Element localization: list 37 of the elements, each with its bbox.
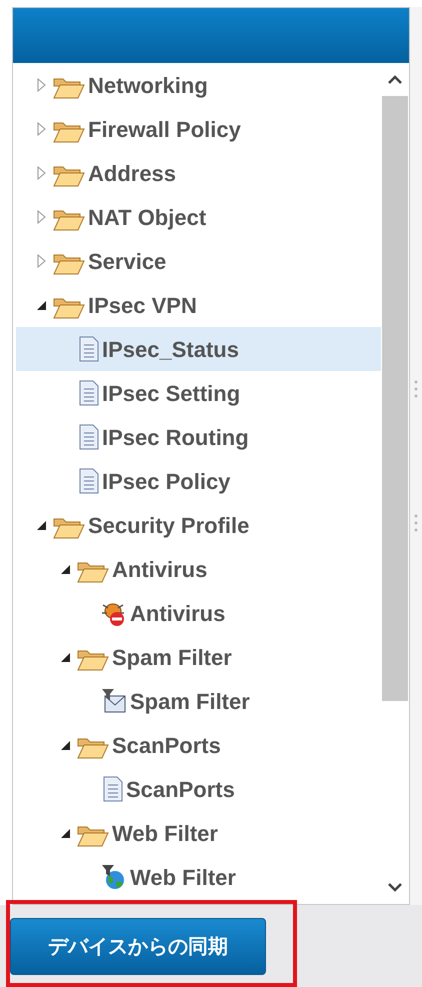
tree-item[interactable]: Address xyxy=(16,151,381,195)
collapsed-arrow-icon[interactable] xyxy=(36,166,46,180)
tree-item[interactable]: NAT Object xyxy=(16,195,381,239)
collapsed-arrow-icon[interactable] xyxy=(36,78,46,92)
expanded-arrow-icon[interactable] xyxy=(36,520,46,530)
tree-item[interactable]: ScanPorts xyxy=(16,723,381,767)
sync-button[interactable]: デバイスからの同期 xyxy=(10,918,266,975)
tree-item[interactable]: Firewall Policy xyxy=(16,107,381,151)
expanded-arrow-icon[interactable] xyxy=(36,300,46,310)
tree-item[interactable]: ScanPorts xyxy=(16,767,381,811)
tree-item[interactable]: Service xyxy=(16,239,381,283)
grip-icon[interactable] xyxy=(414,513,418,533)
tree-item[interactable]: IPsec Routing xyxy=(16,415,381,459)
tree-item[interactable]: Web Filter xyxy=(16,811,381,855)
tree-item[interactable]: Spam Filter xyxy=(16,679,381,723)
tree-item[interactable]: IPsec Policy xyxy=(16,459,381,503)
tree-item[interactable]: Web Filter xyxy=(16,855,381,899)
expanded-arrow-icon[interactable] xyxy=(60,652,70,662)
expanded-arrow-icon[interactable] xyxy=(60,564,70,574)
tree-item[interactable]: IPsec_Status xyxy=(16,327,381,371)
collapsed-arrow-icon[interactable] xyxy=(36,254,46,268)
tree-item[interactable]: Spam Filter xyxy=(16,635,381,679)
tree-item[interactable]: Security Profile xyxy=(16,503,381,547)
tree-item[interactable]: Antivirus xyxy=(16,547,381,591)
collapsed-arrow-icon[interactable] xyxy=(36,210,46,224)
grip-icon[interactable] xyxy=(414,379,418,399)
tree-item[interactable]: IPsec VPN xyxy=(16,283,381,327)
scroll-up-icon[interactable] xyxy=(388,75,402,84)
tree-item[interactable]: Networking xyxy=(16,63,381,107)
collapsed-arrow-icon[interactable] xyxy=(36,122,46,136)
envelope-filter-icon xyxy=(100,687,128,715)
tree-item[interactable]: Antivirus xyxy=(16,591,381,635)
tree-item[interactable]: IPsec Setting xyxy=(16,371,381,415)
expanded-arrow-icon[interactable] xyxy=(60,828,70,838)
scroll-down-icon[interactable] xyxy=(388,883,402,892)
expanded-arrow-icon[interactable] xyxy=(60,740,70,750)
scrollbar-thumb[interactable] xyxy=(382,96,408,701)
